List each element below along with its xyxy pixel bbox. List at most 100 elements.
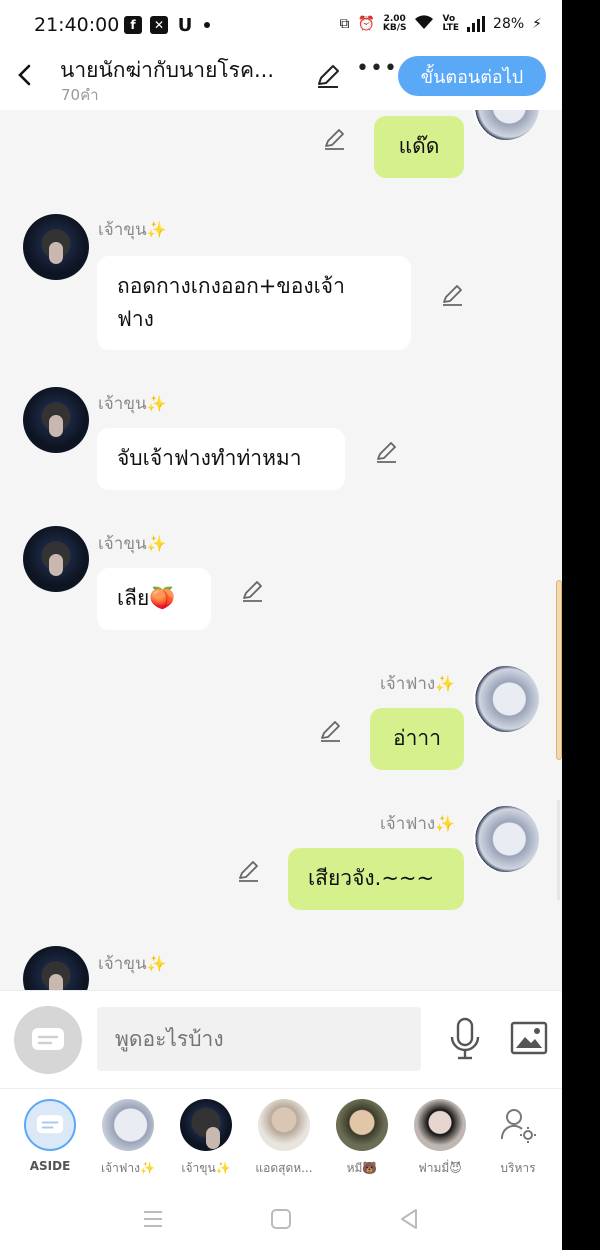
avatar-khun[interactable] — [23, 387, 89, 453]
sparkle-icon: ✨ — [435, 674, 456, 693]
sender-name: เจ้าขุน✨ — [98, 950, 166, 977]
system-nav-bar — [0, 1188, 562, 1250]
avatar-fammy — [414, 1099, 466, 1151]
character-label: หมี🐻 — [346, 1161, 378, 1175]
battery-level: 28% — [493, 16, 525, 32]
avatar-fang[interactable] — [473, 806, 539, 872]
avatar-fang[interactable] — [473, 110, 539, 140]
back-icon[interactable] — [394, 1204, 424, 1234]
recent-apps-icon[interactable] — [138, 1204, 168, 1234]
more-notifications-dot — [204, 22, 210, 28]
volte-icon: Vo LTE — [442, 14, 460, 33]
signal-icon — [467, 16, 486, 32]
charging-icon: ⚡ — [532, 16, 542, 32]
manage-avatar — [492, 1099, 544, 1151]
avatar-bear — [336, 1099, 388, 1151]
message-bubble[interactable]: เสียวจัง.~~~ — [288, 848, 464, 910]
net-speed-unit: KB/S — [382, 23, 407, 33]
message-bubble[interactable]: อ่าาา — [370, 708, 464, 770]
chat-area: แด๊ด เจ้าขุน✨ ถอดกางเกงออก+ของเจ้า ฟาง เ… — [0, 110, 562, 990]
back-arrow-icon[interactable] — [12, 60, 38, 90]
status-time: 21:40:00 — [34, 14, 120, 36]
character-khun[interactable]: เจ้าขุน✨ — [167, 1099, 245, 1178]
avatar-fang — [102, 1099, 154, 1151]
character-label: ฟามมี่😈 — [418, 1161, 462, 1175]
edit-message-icon[interactable] — [236, 858, 262, 884]
more-options-icon[interactable]: ••• — [356, 56, 398, 81]
notification-icons: f ✕ U — [124, 14, 210, 36]
word-count: 70คำ — [61, 86, 99, 104]
message-input[interactable] — [97, 1007, 421, 1071]
character-fammy[interactable]: ฟามมี่😈 — [401, 1099, 479, 1178]
edit-message-icon[interactable] — [322, 126, 348, 152]
message-bubble[interactable]: ถอดกางเกงออก+ของเจ้า ฟาง — [97, 256, 411, 350]
alarm-icon: ⏰ — [357, 16, 375, 32]
sparkle-icon: ✨ — [146, 534, 167, 553]
input-bar — [0, 990, 562, 1088]
edit-pencil-icon[interactable] — [314, 62, 342, 90]
next-step-button[interactable]: ขั้นตอนต่อไป — [398, 56, 546, 96]
character-bear[interactable]: หมี🐻 — [323, 1099, 401, 1178]
edit-message-icon[interactable] — [374, 439, 400, 465]
manage-users-icon — [500, 1109, 536, 1143]
character-label: ASIDE — [29, 1159, 71, 1173]
avatar-khun[interactable] — [23, 214, 89, 280]
edit-message-icon[interactable] — [240, 578, 266, 604]
character-aside[interactable]: ASIDE — [11, 1099, 89, 1173]
sender-name: เจ้าฟาง✨ — [380, 810, 455, 837]
avatar-fang[interactable] — [473, 666, 539, 732]
cast-icon: ⧉ — [339, 16, 350, 32]
character-label: แอดสุดห... — [255, 1161, 313, 1175]
microphone-icon[interactable] — [448, 1017, 482, 1061]
image-icon[interactable] — [510, 1021, 548, 1055]
message-bubble[interactable]: แด๊ด — [374, 116, 464, 178]
sender-name: เจ้าขุน✨ — [98, 390, 166, 417]
edit-message-icon[interactable] — [318, 718, 344, 744]
edit-message-icon[interactable] — [440, 282, 466, 308]
avatar-khun — [180, 1099, 232, 1151]
sender-name-text: เจ้าฟาง — [380, 814, 436, 834]
sender-name-text: เจ้าขุน — [98, 534, 147, 554]
aside-avatar — [24, 1099, 76, 1151]
screen-edge — [562, 0, 600, 1250]
sparkle-icon: ✨ — [146, 954, 167, 973]
sparkle-icon: ✨ — [146, 220, 167, 239]
character-label: เจ้าฟาง✨ — [101, 1161, 155, 1175]
sender-name: เจ้าขุน✨ — [98, 530, 166, 557]
app-screen: 21:40:00 f ✕ U ⧉ ⏰ 2.00 KB/S Vo LTE 28% ⚡ — [0, 0, 562, 1250]
avatar-khun[interactable] — [23, 946, 89, 990]
chat-bubble-icon — [36, 1115, 64, 1134]
sender-name: เจ้าฟาง✨ — [380, 670, 455, 697]
net-speed: 2.00 KB/S — [383, 15, 407, 33]
home-icon[interactable] — [266, 1204, 296, 1234]
character-label: เจ้าขุน✨ — [181, 1161, 231, 1175]
message-text-line: ฟาง — [117, 307, 154, 331]
sender-name-text: เจ้าขุน — [98, 954, 147, 974]
character-fang[interactable]: เจ้าฟาง✨ — [89, 1099, 167, 1178]
capcut-icon: ✕ — [150, 16, 168, 34]
message-bubble[interactable]: เลีย🍑 — [97, 568, 211, 630]
sender-name: เจ้าขุน✨ — [98, 216, 166, 243]
sender-name-text: เจ้าขุน — [98, 220, 147, 240]
sparkle-icon: ✨ — [435, 814, 456, 833]
facebook-icon: f — [124, 16, 142, 34]
sender-name-text: เจ้าฟาง — [380, 674, 436, 694]
chat-bubble-icon — [32, 1028, 64, 1050]
character-selector: ASIDE เจ้าฟาง✨ เจ้าขุน✨ แอดสุดห... หมี🐻 … — [0, 1088, 562, 1188]
character-manage[interactable]: บริหาร — [479, 1099, 557, 1178]
avatar-admin — [258, 1099, 310, 1151]
message-bubble[interactable]: จับเจ้าฟางทำท่าหมา — [97, 428, 345, 490]
wifi-icon — [414, 14, 434, 34]
scrollbar-track-mark — [557, 800, 560, 900]
chat-header: นายนักฆ่ากับนายโรค... 70คำ ••• ขั้นตอนต่… — [0, 54, 562, 110]
character-admin[interactable]: แอดสุดห... — [245, 1099, 323, 1178]
sparkle-icon: ✨ — [146, 394, 167, 413]
message-text-line: ถอดกางเกงออก+ของเจ้า — [117, 274, 345, 298]
system-icons: ⧉ ⏰ 2.00 KB/S Vo LTE 28% ⚡ — [339, 14, 542, 34]
sender-name-text: เจ้าขุน — [98, 394, 147, 414]
aside-toggle-button[interactable] — [14, 1006, 82, 1074]
u-app-icon: U — [177, 14, 193, 36]
character-label: บริหาร — [500, 1161, 536, 1175]
status-bar: 21:40:00 f ✕ U ⧉ ⏰ 2.00 KB/S Vo LTE 28% ⚡ — [0, 0, 562, 54]
avatar-khun[interactable] — [23, 526, 89, 592]
